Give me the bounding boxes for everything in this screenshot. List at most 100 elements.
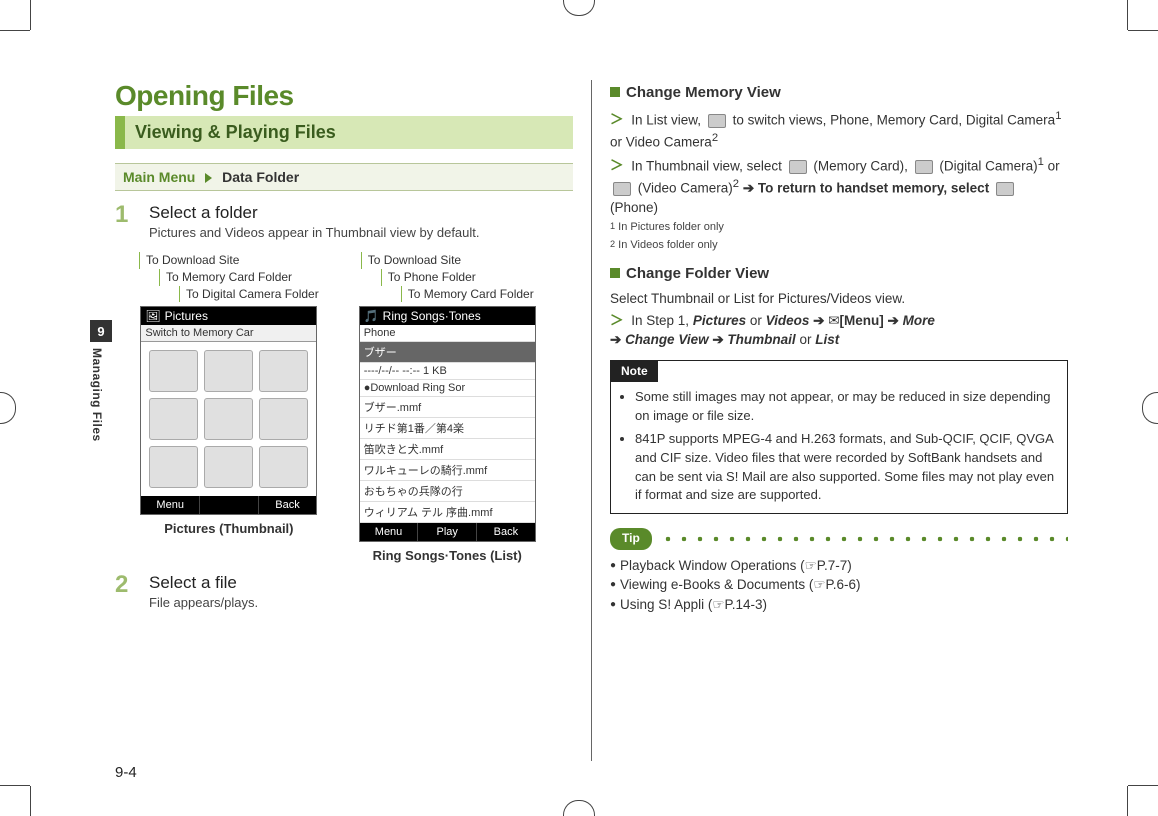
nav-key-icon <box>708 114 726 128</box>
folder-icon: 🎵 <box>364 309 379 323</box>
phone-screenshot-list: 🎵 Ring Songs·Tones Phone ブザー ----/--/-- -… <box>359 306 536 542</box>
tip-header: Tip <box>610 528 1068 549</box>
crop-mark <box>563 0 595 16</box>
list-row: Phone <box>360 325 535 342</box>
footnote: 1 In Pictures folder only <box>610 220 1068 236</box>
phone-icon <box>996 182 1014 196</box>
screenshot-caption: Ring Songs·Tones (List) <box>373 548 522 563</box>
body-line: Select Thumbnail or List for Pictures/Vi… <box>610 289 1068 309</box>
subsection-head: Change Folder View <box>610 263 1068 285</box>
thumb-cell <box>204 350 253 392</box>
softkey-mid <box>200 496 259 514</box>
callouts-right: To Download Site To Phone Folder To Memo… <box>361 252 534 302</box>
footnote: 2 In Videos folder only <box>610 238 1068 254</box>
thumb-cell <box>259 350 308 392</box>
memory-card-icon <box>789 160 807 174</box>
thumb-cell <box>149 398 198 440</box>
dot-leader <box>660 536 1068 542</box>
page-title: Opening Files <box>115 80 573 112</box>
step-head: Select a folder <box>149 203 480 223</box>
left-column: Opening Files Viewing & Playing Files Ma… <box>115 80 573 761</box>
step-1: 1 Select a folder Pictures and Videos ap… <box>115 201 573 240</box>
mail-key-icon: ✉ <box>828 313 839 328</box>
page-number: 9-4 <box>115 764 137 781</box>
body-line: ＞ In Step 1, Pictures or Videos ➔ ✉[Menu… <box>610 311 1068 350</box>
crop-mark <box>1128 30 1158 31</box>
crop-mark <box>563 800 595 816</box>
crop-mark <box>1127 786 1128 816</box>
screen-title: Pictures <box>165 309 208 323</box>
callout: To Memory Card Folder <box>401 286 534 303</box>
list-row: リチド第1番／第4楽 <box>360 418 535 439</box>
callouts-left: To Download Site To Memory Card Folder T… <box>139 252 319 302</box>
square-bullet-icon <box>610 87 620 97</box>
crop-mark <box>1127 0 1128 30</box>
softkey-left: Menu <box>141 496 200 514</box>
list-row: ワルキューレの騎行.mmf <box>360 460 535 481</box>
tip-item: Playback Window Operations (☞P.7-7) <box>610 556 1068 576</box>
softkey-right: Back <box>259 496 317 514</box>
square-bullet-icon <box>610 268 620 278</box>
chevron-icon: ＞ <box>610 313 624 328</box>
list-row: ブザー.mmf <box>360 397 535 418</box>
crop-mark <box>0 30 30 31</box>
menu-leaf: Data Folder <box>222 169 299 185</box>
thumb-cell <box>204 398 253 440</box>
video-camera-icon <box>613 182 631 196</box>
chevron-icon: ＞ <box>610 158 624 173</box>
callout: To Digital Camera Folder <box>179 286 319 303</box>
chapter-number: 9 <box>90 320 112 342</box>
crop-mark <box>30 786 31 816</box>
crop-mark <box>1128 785 1158 786</box>
callout: To Download Site <box>361 252 534 269</box>
callout: To Memory Card Folder <box>159 269 319 286</box>
thumb-cell <box>259 446 308 488</box>
screen-title: Ring Songs·Tones <box>383 309 481 323</box>
step-sub: Pictures and Videos appear in Thumbnail … <box>149 225 480 240</box>
section-heading: Viewing & Playing Files <box>115 116 573 149</box>
list-row: ----/--/-- --:-- 1 KB <box>360 363 535 380</box>
menu-root: Main Menu <box>123 169 195 185</box>
callout: To Download Site <box>139 252 319 269</box>
note-item: 841P supports MPEG-4 and H.263 formats, … <box>635 430 1057 505</box>
crop-mark <box>0 785 30 786</box>
body-line: ＞ In Thumbnail view, select (Memory Card… <box>610 154 1068 218</box>
manual-page: 9 Managing Files Opening Files Viewing &… <box>0 0 1158 816</box>
list-row: ウィリアム テル 序曲.mmf <box>360 502 535 523</box>
note-item: Some still images may not appear, or may… <box>635 388 1057 426</box>
note-label: Note <box>611 361 658 382</box>
arrow-icon <box>205 173 212 183</box>
list-row: 笛吹きと犬.mmf <box>360 439 535 460</box>
thumb-cell <box>259 398 308 440</box>
crop-mark <box>30 0 31 30</box>
menu-path: Main Menu Data Folder <box>115 163 573 191</box>
tip-item: Viewing e-Books & Documents (☞P.6-6) <box>610 575 1068 595</box>
right-column: Change Memory View ＞ In List view, to sw… <box>610 80 1068 761</box>
step-head: Select a file <box>149 573 258 593</box>
softkey-right: Back <box>477 523 535 541</box>
tip-item: Using S! Appli (☞P.14-3) <box>610 595 1068 615</box>
chevron-icon: ＞ <box>610 112 624 127</box>
thumb-cell <box>149 350 198 392</box>
crop-mark <box>1142 392 1158 424</box>
step-sub: File appears/plays. <box>149 595 258 610</box>
tip-list: Playback Window Operations (☞P.7-7) View… <box>610 556 1068 615</box>
screenshot-caption: Pictures (Thumbnail) <box>164 521 293 536</box>
screenshots: To Download Site To Memory Card Folder T… <box>139 252 573 563</box>
tip-label: Tip <box>610 528 652 549</box>
step-number: 1 <box>115 201 137 240</box>
chapter-tab: 9 Managing Files <box>90 320 112 442</box>
digital-camera-icon <box>915 160 933 174</box>
softkey-left: Menu <box>360 523 419 541</box>
step-number: 2 <box>115 571 137 610</box>
crop-mark <box>0 392 16 424</box>
chapter-label: Managing Files <box>90 348 104 442</box>
screen-subbar: Switch to Memory Car <box>141 325 316 342</box>
softkey-mid: Play <box>418 523 477 541</box>
phone-screenshot-thumbnail: 🖼Pictures Switch to Memory Car <box>140 306 317 515</box>
list-row: ブザー <box>360 342 535 363</box>
body-line: ＞ In List view, to switch views, Phone, … <box>610 108 1068 152</box>
step-2: 2 Select a file File appears/plays. <box>115 571 573 610</box>
thumb-cell <box>149 446 198 488</box>
thumb-cell <box>204 446 253 488</box>
